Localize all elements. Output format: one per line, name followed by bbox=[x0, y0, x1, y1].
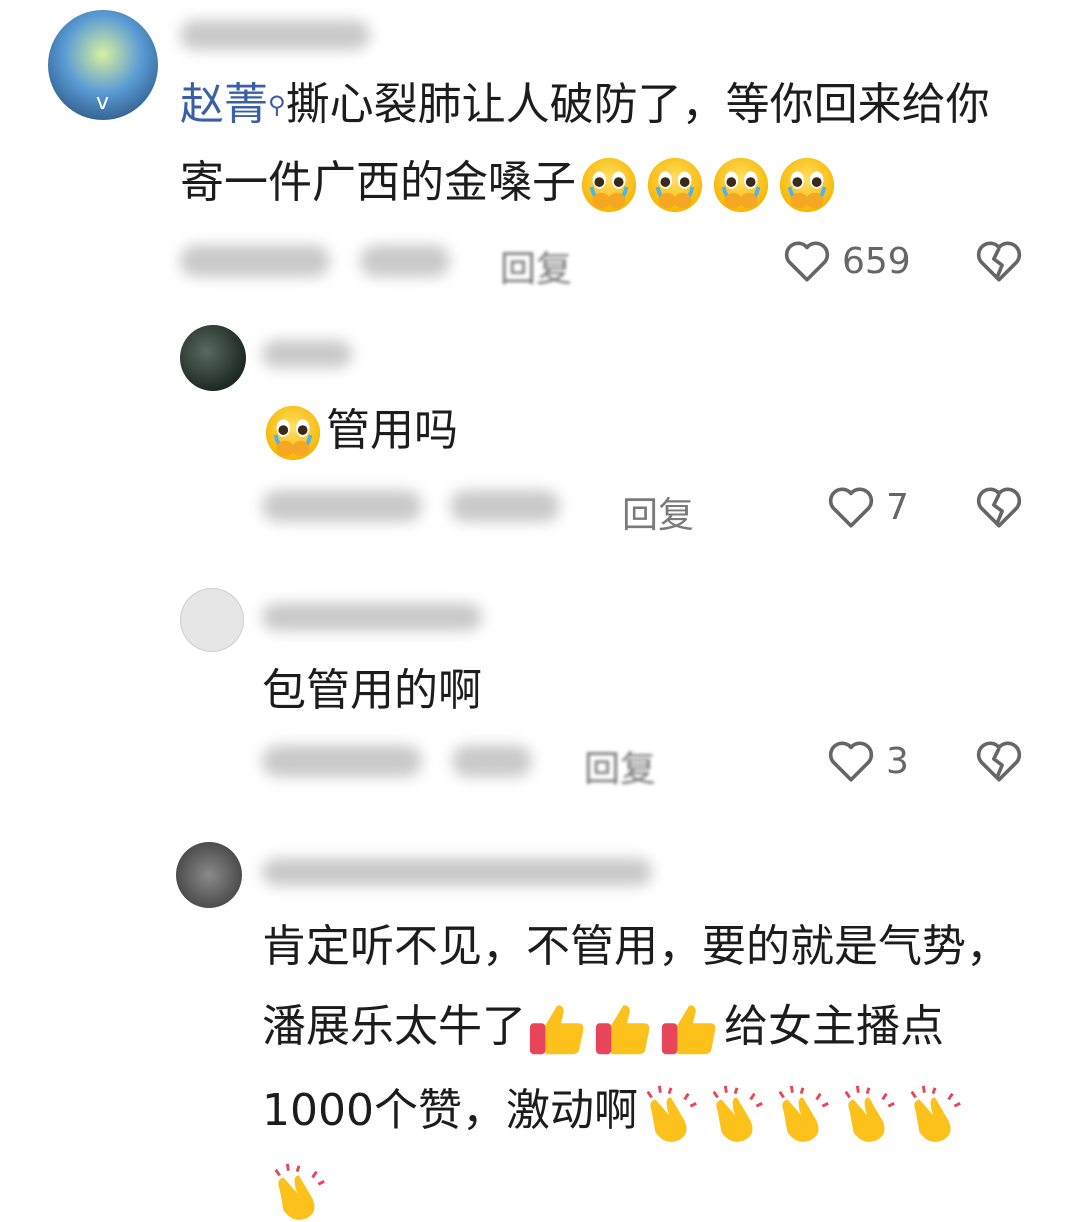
crying-emoji bbox=[710, 154, 772, 216]
clapping-hands-emoji bbox=[706, 1082, 768, 1144]
dislike-icon[interactable] bbox=[974, 236, 1024, 286]
dislike-icon[interactable] bbox=[974, 482, 1024, 532]
reply-button[interactable]: 回复 bbox=[622, 486, 694, 538]
avatar[interactable] bbox=[180, 588, 244, 652]
clapping-hands-emoji bbox=[838, 1082, 900, 1144]
location-blurred bbox=[452, 745, 532, 777]
username-blurred[interactable] bbox=[180, 20, 370, 50]
heart-icon bbox=[782, 236, 832, 286]
timestamp-blurred bbox=[262, 490, 422, 522]
heart-icon bbox=[826, 736, 876, 786]
reply-button[interactable]: 回复 bbox=[584, 740, 656, 792]
like-count: 659 bbox=[842, 240, 911, 282]
avatar[interactable] bbox=[180, 325, 246, 391]
search-icon: ⚲ bbox=[268, 91, 286, 119]
username-blurred[interactable] bbox=[262, 603, 482, 631]
avatar-caption: v bbox=[96, 90, 110, 115]
clapping-hands-emoji bbox=[640, 1082, 702, 1144]
clapping-hands-emoji bbox=[268, 1160, 330, 1222]
comment-text: 赵菁⚲撕心裂肺让人破防了，等你回来给你 bbox=[180, 79, 990, 130]
location-blurred bbox=[450, 490, 560, 522]
dislike-icon[interactable] bbox=[974, 736, 1024, 786]
avatar[interactable]: v bbox=[48, 10, 158, 120]
like-button[interactable]: 3 bbox=[826, 736, 909, 786]
thumbs-up-emoji bbox=[594, 998, 656, 1060]
comment-text: 肯定听不见，不管用，要的就是气势， bbox=[262, 921, 1010, 972]
username-blurred[interactable] bbox=[262, 858, 652, 886]
comment-text-line2: 寄一件广西的金嗓子 bbox=[180, 144, 840, 222]
clapping-hands-emoji bbox=[772, 1082, 834, 1144]
thumbs-up-emoji bbox=[660, 998, 722, 1060]
like-count: 3 bbox=[886, 740, 909, 782]
comment-text-line2: 潘展乐太牛了 给女主播点 bbox=[262, 988, 944, 1066]
mention-link[interactable]: 赵菁⚲ bbox=[180, 79, 286, 130]
avatar[interactable] bbox=[176, 842, 242, 908]
like-button[interactable]: 659 bbox=[782, 236, 911, 286]
crying-emoji bbox=[776, 154, 838, 216]
crying-emoji bbox=[262, 402, 324, 464]
comment-text-line3: 1000个赞，激动啊 bbox=[262, 1072, 968, 1150]
comment-text: 包管用的啊 bbox=[262, 665, 482, 716]
heart-icon bbox=[826, 482, 876, 532]
location-blurred bbox=[360, 245, 450, 277]
timestamp-blurred bbox=[180, 245, 330, 277]
reply-button[interactable]: 回复 bbox=[500, 240, 572, 292]
timestamp-blurred bbox=[262, 745, 422, 777]
like-button[interactable]: 7 bbox=[826, 482, 909, 532]
like-count: 7 bbox=[886, 486, 909, 528]
crying-emoji bbox=[578, 154, 640, 216]
comment-text: 管用吗 bbox=[262, 392, 458, 470]
thumbs-up-emoji bbox=[528, 998, 590, 1060]
crying-emoji bbox=[644, 154, 706, 216]
username-blurred[interactable] bbox=[262, 340, 352, 368]
clapping-hands-emoji bbox=[904, 1082, 966, 1144]
